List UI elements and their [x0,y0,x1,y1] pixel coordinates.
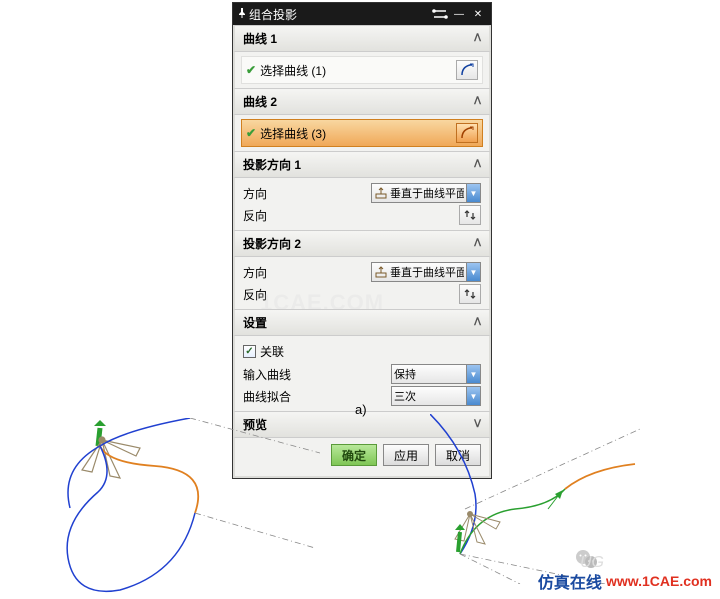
section-settings-body: ✓ 关联 输入曲线 保持 ▼ 曲线拟合 三次 ▼ [233,336,491,411]
close-icon[interactable]: ✕ [469,7,487,21]
select-curve2-label: 选择曲线 (3) [260,125,453,142]
section-projdir2-body: 方向 垂直于曲线平面 ▼ 反向 [233,257,491,309]
section-curve2-header[interactable]: 曲线 2 ᐱ [233,88,491,115]
check-icon: ✔ [246,63,256,77]
section-projdir1-header[interactable]: 投影方向 1 ᐱ [233,151,491,178]
chevron-up-icon: ᐱ [474,96,481,107]
sketch-image-right [430,414,640,584]
section-settings-title: 设置 [243,314,267,331]
curve-fit-label: 曲线拟合 [243,388,391,405]
projdir2-direction-dropdown[interactable]: 垂直于曲线平面 ▼ [371,262,481,282]
section-curve1-title: 曲线 1 [243,30,277,47]
projdir1-reverse-label: 反向 [243,207,456,224]
projdir2-reverse-row: 反向 [241,283,483,305]
input-curve-value: 保持 [394,366,464,382]
input-curve-row: 输入曲线 保持 ▼ [241,363,483,385]
section-projdir1-title: 投影方向 1 [243,156,301,173]
chevron-up-icon: ᐱ [474,159,481,170]
section-projdir2-title: 投影方向 2 [243,235,301,252]
projdir1-direction-dropdown[interactable]: 垂直于曲线平面 ▼ [371,183,481,203]
assoc-label: 关联 [260,343,284,360]
footer-cn: 仿真在线 [538,569,602,593]
sketch-image-left [60,418,320,594]
footer-brand: 仿真在线 www.1CAE.com [538,569,712,593]
section-curve1-header[interactable]: 曲线 1 ᐱ [233,25,491,52]
reverse-direction-button[interactable] [459,205,481,225]
minimize-icon[interactable]: — [450,7,468,21]
perpendicular-icon [374,265,388,279]
curve-picker-icon[interactable] [456,123,478,143]
chevron-up-icon: ᐱ [474,238,481,249]
dropdown-arrow-icon: ▼ [466,184,480,202]
projdir1-direction-value: 垂直于曲线平面 [390,185,464,201]
pin-icon[interactable] [237,7,247,21]
assoc-checkbox[interactable]: ✓ [243,345,256,358]
section-projdir2-header[interactable]: 投影方向 2 ᐱ [233,230,491,257]
section-projdir1-body: 方向 垂直于曲线平面 ▼ 反向 [233,178,491,230]
curve-fit-dropdown[interactable]: 三次 ▼ [391,386,481,406]
dropdown-arrow-icon: ▼ [466,365,480,383]
select-curve1-row[interactable]: ✔ 选择曲线 (1) [241,56,483,84]
select-curve2-row[interactable]: ✔ 选择曲线 (3) [241,119,483,147]
check-icon: ✔ [246,126,256,140]
projdir2-reverse-label: 反向 [243,286,456,303]
assoc-checkbox-row[interactable]: ✓ 关联 [241,340,483,363]
section-settings-header[interactable]: 设置 ᐱ [233,309,491,336]
wizard-step-icon[interactable] [431,7,449,21]
projdir2-direction-row: 方向 垂直于曲线平面 ▼ [241,261,483,283]
reverse-direction-button[interactable] [459,284,481,304]
dropdown-arrow-icon: ▼ [466,263,480,281]
ok-button[interactable]: 确定 [331,444,377,466]
chevron-up-icon: ᐱ [474,33,481,44]
projdir1-direction-label: 方向 [243,185,371,202]
projdir1-direction-row: 方向 垂直于曲线平面 ▼ [241,182,483,204]
curve-picker-icon[interactable] [456,60,478,80]
perpendicular-icon [374,186,388,200]
projdir2-direction-value: 垂直于曲线平面 [390,264,464,280]
dropdown-arrow-icon: ▼ [466,387,480,405]
dialog-titlebar[interactable]: 组合投影 — ✕ [233,3,491,25]
select-curve1-label: 选择曲线 (1) [260,62,453,79]
apply-button[interactable]: 应用 [383,444,429,466]
input-curve-label: 输入曲线 [243,366,391,383]
section-curve1-body: ✔ 选择曲线 (1) [233,52,491,88]
chevron-up-icon: ᐱ [474,317,481,328]
footer-url: www.1CAE.com [606,573,712,589]
projdir1-reverse-row: 反向 [241,204,483,226]
dialog-title: 组合投影 [249,6,430,23]
figure-label: a) [355,402,367,417]
input-curve-dropdown[interactable]: 保持 ▼ [391,364,481,384]
section-curve2-body: ✔ 选择曲线 (3) [233,115,491,151]
curve-fit-value: 三次 [394,388,464,404]
section-curve2-title: 曲线 2 [243,93,277,110]
projdir2-direction-label: 方向 [243,264,371,281]
